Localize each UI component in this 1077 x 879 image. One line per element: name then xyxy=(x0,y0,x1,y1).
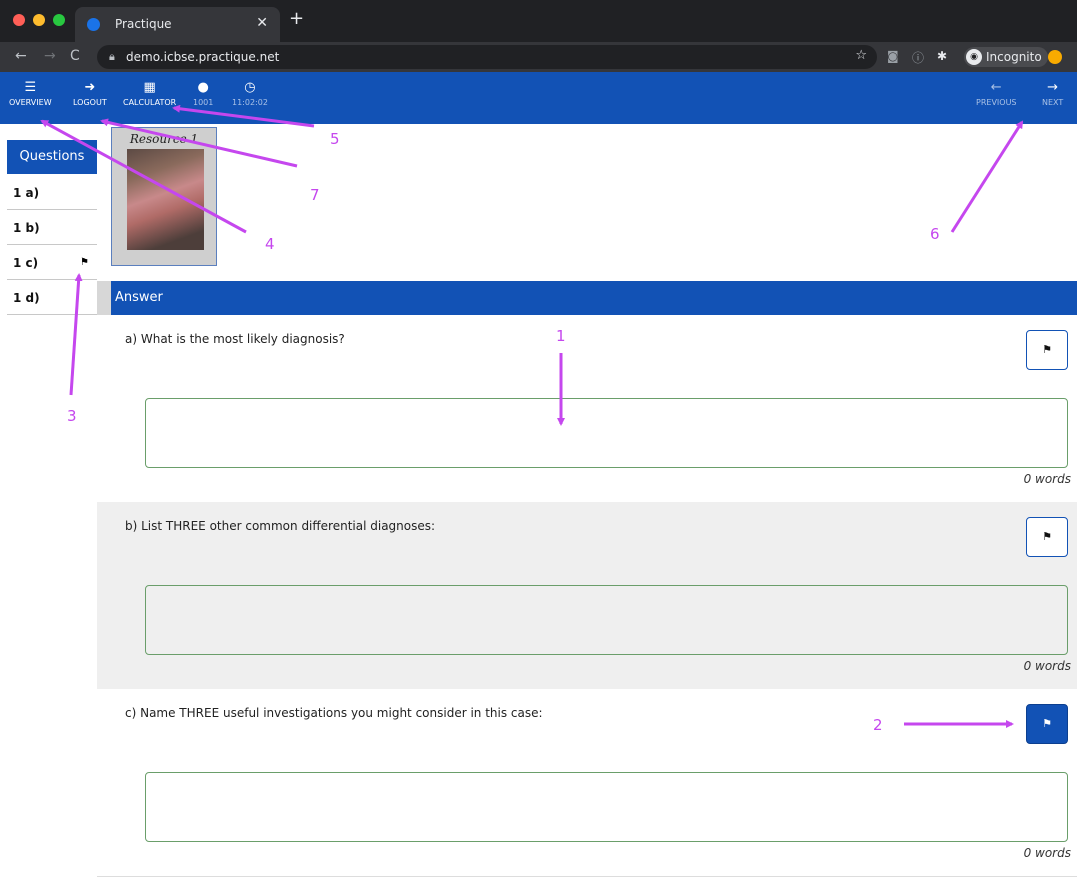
question-nav-label: 1 b) xyxy=(13,221,40,235)
annotation-number-3: 3 xyxy=(67,407,77,425)
user-indicator: ● 1001 xyxy=(193,80,213,107)
camera-icon[interactable]: ◙ xyxy=(887,49,899,63)
arrow-left-icon: ← xyxy=(990,80,1002,95)
app-toolbar: ☰ OVERVIEW ➜ LOGOUT ▦ CALCULATOR ● 1001 … xyxy=(0,72,1077,124)
answer-textarea[interactable] xyxy=(145,398,1068,468)
next-label: NEXT xyxy=(1042,98,1064,107)
calculator-button[interactable]: ▦ CALCULATOR xyxy=(123,80,176,107)
question-nav-label: 1 c) xyxy=(13,256,39,270)
annotation-number-7: 7 xyxy=(310,186,320,204)
question-nav-label: 1 d) xyxy=(13,291,40,305)
question-text: c) Name THREE useful investigations you … xyxy=(125,706,543,720)
incognito-badge[interactable]: ◉ Incognito xyxy=(964,47,1048,67)
arrow-right-icon: → xyxy=(1047,80,1059,95)
browser-tab-strip: Practique ✕ + xyxy=(0,0,1077,42)
word-count: 0 words xyxy=(1023,659,1071,673)
answer-header-gutter xyxy=(97,281,111,315)
answer-textarea[interactable] xyxy=(145,772,1068,842)
user-id: 1001 xyxy=(193,98,214,107)
question-nav-label: 1 a) xyxy=(13,186,40,200)
browser-tab[interactable]: Practique ✕ xyxy=(75,7,280,42)
address-bar[interactable]: 🔒︎ demo.icbse.practique.net ☆ xyxy=(97,45,877,69)
answer-textarea[interactable] xyxy=(145,585,1068,655)
clock-icon: ◷ xyxy=(244,80,256,95)
back-icon[interactable]: ← xyxy=(15,48,27,64)
url-text: demo.icbse.practique.net xyxy=(126,50,280,64)
maximize-window-button[interactable] xyxy=(53,14,65,26)
list-icon: ☰ xyxy=(24,80,37,95)
question-text: a) What is the most likely diagnosis? xyxy=(125,332,345,346)
clinical-photo xyxy=(127,149,204,250)
overview-button[interactable]: ☰ OVERVIEW xyxy=(9,80,52,107)
close-tab-icon[interactable]: ✕ xyxy=(256,15,268,31)
question-nav-item[interactable]: 1 b) xyxy=(7,211,97,245)
previous-label: PREVIOUS xyxy=(976,98,1017,107)
profile-avatar[interactable] xyxy=(1048,50,1062,64)
question-block-c: c) Name THREE useful investigations you … xyxy=(97,689,1077,877)
flag-icon: ⚑ xyxy=(1042,530,1052,543)
annotation-number-2: 2 xyxy=(873,716,883,734)
incognito-icon: ◉ xyxy=(966,49,982,65)
question-text: b) List THREE other common differential … xyxy=(125,519,436,533)
question-nav-item[interactable]: 1 c) ⚑ xyxy=(7,246,97,280)
flag-button[interactable]: ⚑ xyxy=(1026,704,1068,744)
logout-label: LOGOUT xyxy=(73,98,107,107)
timer-value: 11:02:02 xyxy=(232,98,268,107)
annotation-number-1: 1 xyxy=(556,327,566,345)
timer-indicator: ◷ 11:02:02 xyxy=(232,80,268,107)
logout-button[interactable]: ➜ LOGOUT xyxy=(73,80,107,107)
next-button[interactable]: → NEXT xyxy=(1042,80,1063,107)
forward-icon[interactable]: → xyxy=(44,48,56,64)
annotation-number-6: 6 xyxy=(930,225,940,243)
lock-icon: 🔒︎ xyxy=(109,50,115,63)
previous-button[interactable]: ← PREVIOUS xyxy=(976,80,1017,107)
resource-label: Resource 1 xyxy=(129,132,199,146)
address-bar-row: ← → C 🔒︎ demo.icbse.practique.net ☆ ◙ ⓘ … xyxy=(0,42,1077,72)
flag-icon: ⚑ xyxy=(80,257,89,268)
question-nav-item[interactable]: 1 d) xyxy=(7,281,97,315)
question-block-a: a) What is the most likely diagnosis? ⚑ … xyxy=(97,315,1077,502)
overview-label: OVERVIEW xyxy=(9,98,52,107)
user-icon: ● xyxy=(197,80,209,95)
new-tab-icon[interactable]: + xyxy=(289,8,304,29)
minimize-window-button[interactable] xyxy=(33,14,45,26)
questions-header: Questions xyxy=(7,140,97,174)
annotation-number-4: 4 xyxy=(265,235,275,253)
question-block-b: b) List THREE other common differential … xyxy=(97,502,1077,689)
extensions-icon[interactable]: ✱ xyxy=(937,49,947,63)
calculator-icon: ▦ xyxy=(143,80,156,95)
flag-button[interactable]: ⚑ xyxy=(1026,330,1068,370)
star-icon[interactable]: ☆ xyxy=(855,48,867,63)
annotation-number-5: 5 xyxy=(330,130,340,148)
info-icon[interactable]: ⓘ xyxy=(912,49,924,66)
close-window-button[interactable] xyxy=(13,14,25,26)
reload-icon[interactable]: C xyxy=(70,48,80,64)
word-count: 0 words xyxy=(1023,472,1071,486)
flag-icon: ⚑ xyxy=(1042,717,1052,730)
flag-icon: ⚑ xyxy=(1042,343,1052,356)
calculator-label: CALCULATOR xyxy=(123,98,177,107)
favicon-icon xyxy=(87,18,100,31)
question-nav-item[interactable]: 1 a) xyxy=(7,176,97,210)
tab-title: Practique xyxy=(115,17,172,31)
flag-button[interactable]: ⚑ xyxy=(1026,517,1068,557)
logout-icon: ➜ xyxy=(84,80,96,95)
word-count: 0 words xyxy=(1023,846,1071,860)
resource-thumbnail[interactable]: Resource 1 xyxy=(111,127,217,266)
answer-header: Answer xyxy=(97,281,1077,315)
incognito-label: Incognito xyxy=(986,50,1042,64)
annotation-arrow-6 xyxy=(950,120,1024,233)
